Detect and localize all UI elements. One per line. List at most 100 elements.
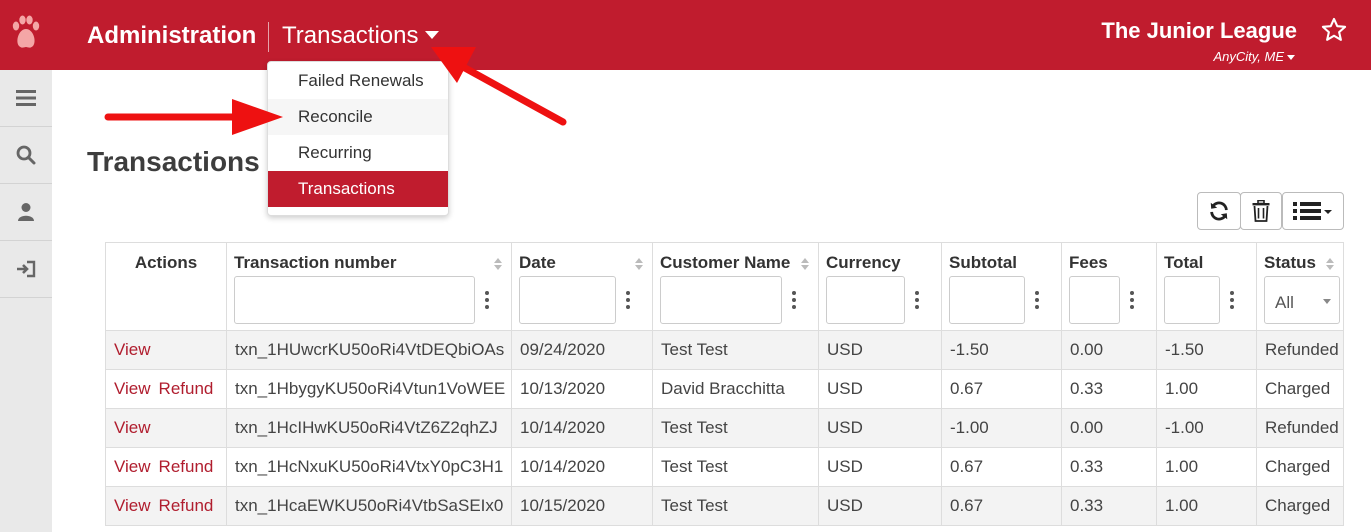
sort-icon[interactable] — [1325, 257, 1335, 271]
refresh-button[interactable] — [1197, 192, 1241, 230]
menu-item-reconcile[interactable]: Reconcile — [268, 99, 448, 135]
actions-cell: View — [105, 408, 227, 448]
column-header-customer-name[interactable]: Customer Name — [652, 242, 819, 331]
view-link[interactable]: View — [114, 496, 151, 515]
refund-link[interactable]: Refund — [159, 379, 214, 398]
filter-input-subtotal[interactable] — [949, 276, 1025, 324]
currency-cell: USD — [818, 486, 942, 526]
filter-input-currency[interactable] — [826, 276, 905, 324]
list-columns-icon — [1293, 202, 1332, 220]
actions-cell: View — [105, 330, 227, 370]
view-link[interactable]: View — [114, 418, 151, 437]
column-menu-icon[interactable] — [915, 291, 919, 309]
date-cell: 09/24/2020 — [511, 330, 653, 370]
sidebar-logout-button[interactable] — [0, 241, 52, 298]
view-link[interactable]: View — [114, 457, 151, 476]
currency-cell: USD — [818, 369, 942, 409]
subtotal-cell: -1.00 — [941, 408, 1062, 448]
actions-cell: View Refund — [105, 486, 227, 526]
column-menu-icon[interactable] — [626, 291, 630, 309]
currency-cell: USD — [818, 408, 942, 448]
refresh-icon — [1210, 201, 1228, 221]
column-header-date[interactable]: Date — [511, 242, 653, 331]
section-label: Transactions — [282, 22, 419, 49]
brand-title[interactable]: Administration — [87, 22, 256, 50]
filter-input-fees[interactable] — [1069, 276, 1120, 324]
column-menu-icon[interactable] — [1130, 291, 1134, 309]
date-cell: 10/15/2020 — [511, 486, 653, 526]
subtotal-cell: -1.50 — [941, 330, 1062, 370]
date-cell: 10/14/2020 — [511, 447, 653, 487]
org-city-selector[interactable]: AnyCity, ME — [1213, 49, 1295, 64]
fees-cell: 0.33 — [1061, 486, 1157, 526]
sign-out-icon — [17, 260, 36, 278]
customer-name-cell: David Bracchitta — [652, 369, 819, 409]
transaction-number-cell: txn_1HbygyKU50oRi4Vtun1VoWEE — [226, 369, 512, 409]
column-header-status[interactable]: Status All — [1256, 242, 1344, 331]
refund-link[interactable]: Refund — [159, 496, 214, 515]
menu-item-recurring[interactable]: Recurring — [268, 135, 448, 171]
transactions-menu-toggle[interactable]: Transactions — [282, 22, 439, 50]
total-cell: -1.00 — [1156, 408, 1257, 448]
org-name: The Junior League — [1101, 18, 1297, 43]
sidebar-menu-button[interactable] — [0, 70, 52, 127]
caret-down-icon — [1323, 299, 1331, 304]
sort-icon[interactable] — [634, 257, 644, 271]
caret-down-icon — [1287, 55, 1295, 61]
column-menu-icon[interactable] — [1035, 291, 1039, 309]
search-icon — [16, 145, 36, 165]
column-menu-icon[interactable] — [485, 291, 489, 309]
menu-item-transactions[interactable]: Transactions — [268, 171, 448, 207]
delete-button[interactable] — [1240, 192, 1282, 230]
sidebar-user-button[interactable] — [0, 184, 52, 241]
status-cell: Charged — [1256, 486, 1344, 526]
transaction-number-cell: txn_1HcNxuKU50oRi4VtxY0pC3H1 — [226, 447, 512, 487]
user-icon — [18, 203, 34, 221]
table-header-row: Actions Transaction number Date Customer… — [105, 242, 1344, 331]
view-link[interactable]: View — [114, 379, 151, 398]
column-header-total[interactable]: Total — [1156, 242, 1257, 331]
date-cell: 10/13/2020 — [511, 369, 653, 409]
column-menu-icon[interactable] — [792, 291, 796, 309]
status-cell: Charged — [1256, 447, 1344, 487]
header-divider — [268, 22, 269, 52]
total-cell: 1.00 — [1156, 486, 1257, 526]
filter-input-date[interactable] — [519, 276, 616, 324]
filter-input-transaction-number[interactable] — [234, 276, 475, 324]
sort-icon[interactable] — [800, 257, 810, 271]
paw-logo-icon[interactable] — [10, 14, 42, 54]
column-header-transaction-number[interactable]: Transaction number — [226, 242, 512, 331]
transactions-dropdown-menu: Failed Renewals Reconcile Recurring Transac… — [267, 61, 449, 216]
status-cell: Refunded — [1256, 408, 1344, 448]
transactions-table: Actions Transaction number Date Customer… — [105, 242, 1344, 526]
column-header-fees[interactable]: Fees — [1061, 242, 1157, 331]
filter-input-customer-name[interactable] — [660, 276, 782, 324]
customer-name-cell: Test Test — [652, 408, 819, 448]
fees-cell: 0.00 — [1061, 408, 1157, 448]
page-title: Transactions — [87, 146, 260, 177]
status-filter-select[interactable]: All — [1264, 276, 1340, 324]
sidebar-search-button[interactable] — [0, 127, 52, 184]
star-icon[interactable] — [1320, 16, 1348, 44]
filter-input-total[interactable] — [1164, 276, 1220, 324]
view-link[interactable]: View — [114, 340, 151, 359]
date-cell: 10/14/2020 — [511, 408, 653, 448]
column-menu-icon[interactable] — [1230, 291, 1234, 309]
top-navbar: Administration Transactions The Junior L… — [0, 0, 1371, 70]
transaction-number-cell: txn_1HcaEWKU50oRi4VtbSaSEIx0 — [226, 486, 512, 526]
total-cell: -1.50 — [1156, 330, 1257, 370]
refund-link[interactable]: Refund — [159, 457, 214, 476]
column-toggle-button[interactable] — [1282, 192, 1344, 230]
column-header-subtotal[interactable]: Subtotal — [941, 242, 1062, 331]
currency-cell: USD — [818, 447, 942, 487]
customer-name-cell: Test Test — [652, 486, 819, 526]
caret-down-icon — [424, 30, 439, 39]
total-cell: 1.00 — [1156, 447, 1257, 487]
menu-item-failed-renewals[interactable]: Failed Renewals — [268, 63, 448, 99]
fees-cell: 0.00 — [1061, 330, 1157, 370]
sidebar — [0, 70, 52, 532]
column-header-currency[interactable]: Currency — [818, 242, 942, 331]
table-body: View txn_1HUwcrKU50oRi4VtDEQbiOAs 09/24/20… — [105, 330, 1344, 526]
table-row: View txn_1HUwcrKU50oRi4VtDEQbiOAs 09/24/20… — [105, 330, 1344, 370]
sort-icon[interactable] — [493, 257, 503, 271]
